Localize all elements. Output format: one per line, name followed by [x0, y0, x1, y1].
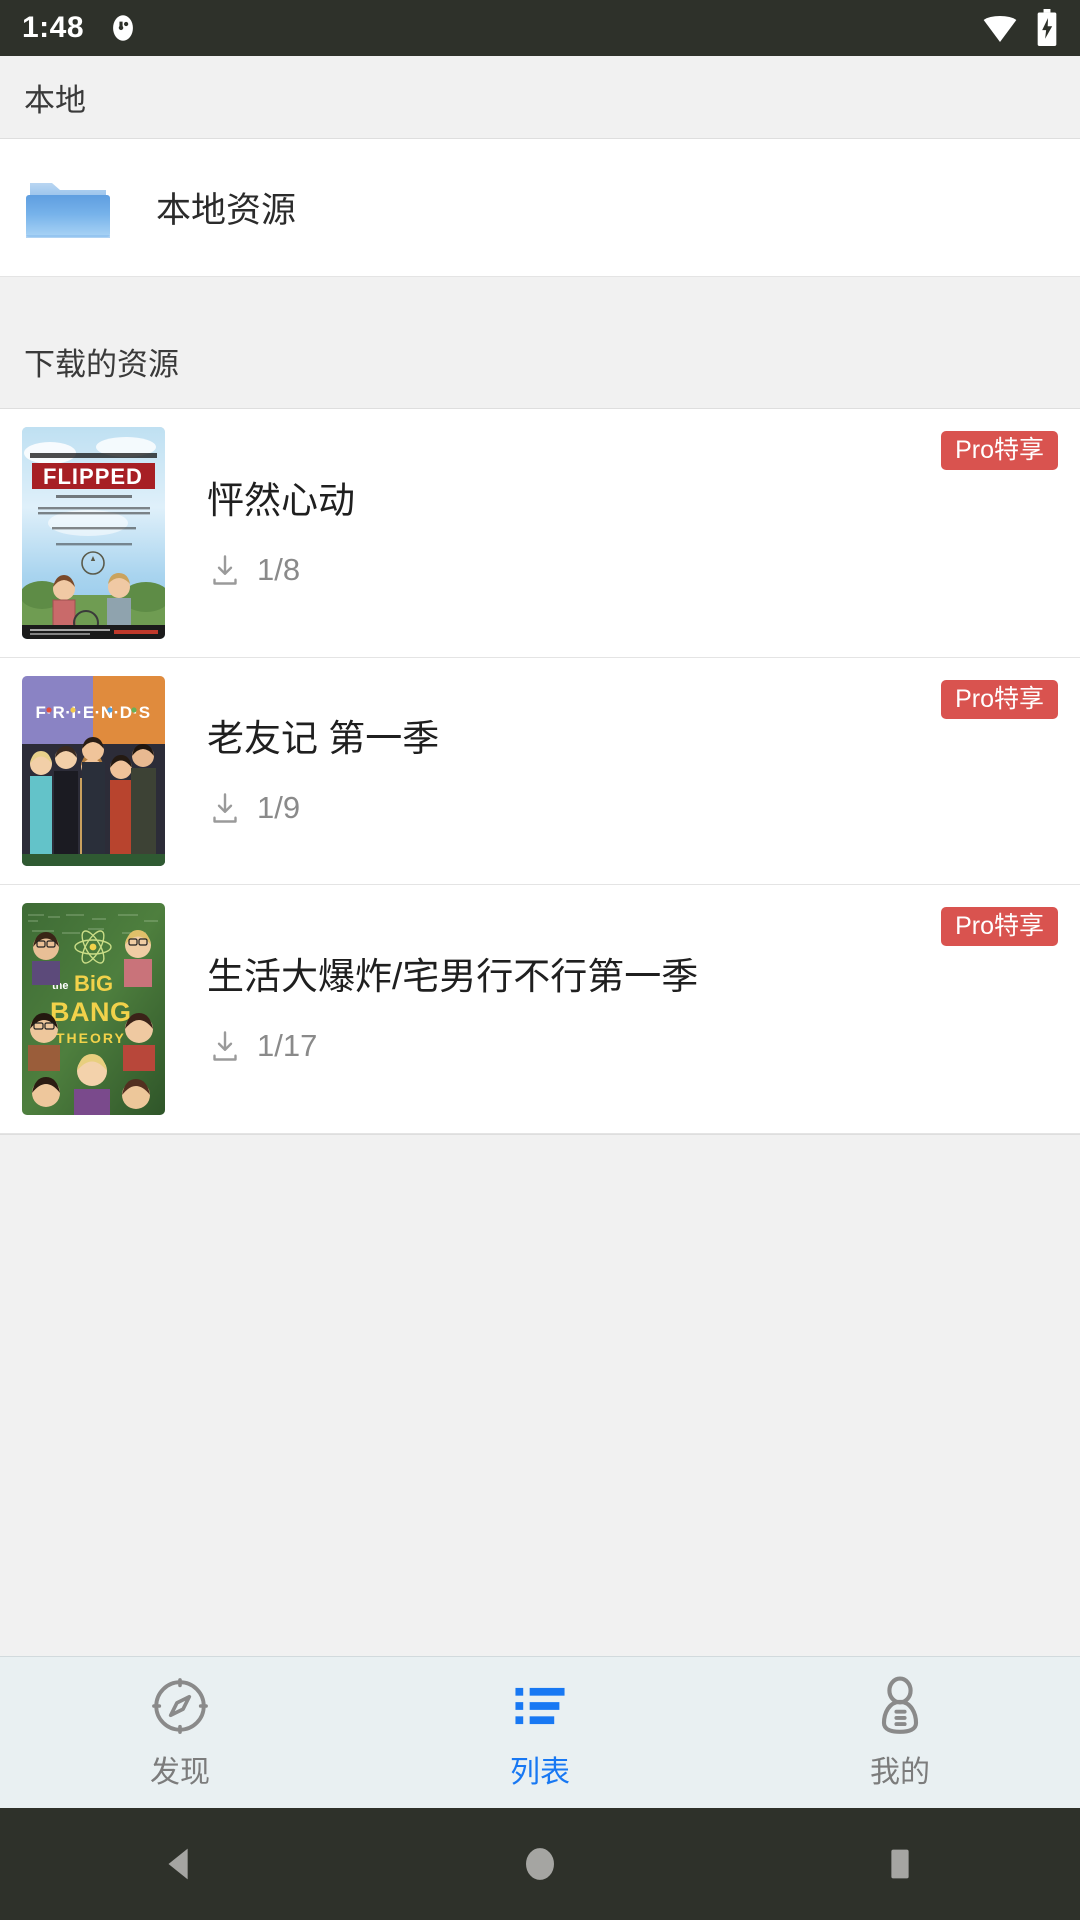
list-item-meta: 1/9 [207, 790, 1058, 826]
nav-tab-list-label: 列表 [510, 1755, 570, 1789]
home-circle-icon[interactable] [495, 1819, 585, 1909]
bottom-nav: 发现 列表 我的 [0, 1656, 1080, 1808]
wifi-icon [983, 16, 1017, 42]
list-item[interactable]: FLIPPED 怦然心动 1/8 Pro特享 [0, 409, 1080, 658]
list-item-count: 1/17 [257, 1028, 318, 1064]
local-folder-label: 本地资源 [156, 191, 297, 230]
download-icon [213, 793, 237, 823]
svg-text:BANG: BANG [50, 997, 132, 1027]
system-nav-bar [0, 1808, 1080, 1920]
list-item-title: 生活大爆炸/宅男行不行第一季 [207, 955, 699, 997]
svg-text:THEORY: THEORY [56, 1030, 126, 1046]
big-bang-theory-poster: the BiG BANG THEORY [22, 903, 165, 1115]
section-header-local-label: 本地 [24, 82, 86, 118]
list-item-body: 生活大爆炸/宅男行不行第一季 1/17 [165, 903, 1058, 1115]
back-triangle-icon[interactable] [135, 1819, 225, 1909]
status-badge[interactable]: Pro特享 [941, 907, 1058, 946]
list-item-body: 老友记 第一季 1/9 [165, 676, 1058, 866]
nav-tab-discover[interactable]: 发现 [0, 1657, 360, 1808]
nav-tab-profile[interactable]: 我的 [720, 1657, 1080, 1808]
svg-text:BiG: BiG [74, 971, 113, 996]
section-header-downloads: 下载的资源 [0, 277, 1080, 409]
nav-tab-profile-label: 我的 [870, 1755, 930, 1789]
recents-square-icon[interactable] [855, 1819, 945, 1909]
list-item-count: 1/8 [257, 552, 301, 588]
status-bar: 1:48 [0, 0, 1080, 56]
svg-text:F·R·I·E·N·D·S: F·R·I·E·N·D·S [35, 703, 150, 722]
battery-charging-icon [1037, 9, 1057, 46]
list-item-meta: 1/17 [207, 1028, 1058, 1064]
nav-tab-discover-label: 发现 [150, 1755, 210, 1789]
status-badge[interactable]: Pro特享 [941, 431, 1058, 470]
folder-icon [22, 173, 114, 243]
list-icon [509, 1675, 571, 1737]
nav-tab-list[interactable]: 列表 [360, 1657, 720, 1808]
section-header-downloads-label: 下载的资源 [24, 347, 179, 382]
download-icon [213, 1031, 237, 1061]
status-notification-icons [106, 11, 140, 45]
list-item-body: 怦然心动 1/8 [165, 427, 1058, 639]
list-item[interactable]: F·R·I·E·N·D·S 老友记 第一季 1/9 Pro特享 [0, 658, 1080, 885]
friends-poster: F·R·I·E·N·D·S [22, 676, 165, 866]
status-badge[interactable]: Pro特享 [941, 680, 1058, 719]
list-item-count: 1/9 [257, 790, 301, 826]
list-item[interactable]: the BiG BANG THEORY 生活大爆炸/宅男行不行第一季 1/17 … [0, 885, 1080, 1134]
empty-area [0, 1134, 1080, 1656]
status-clock: 1:48 [22, 11, 85, 44]
flipped-poster: FLIPPED [22, 427, 165, 639]
svg-text:FLIPPED: FLIPPED [43, 464, 143, 489]
list-item-meta: 1/8 [207, 552, 1058, 588]
section-header-local: 本地 [0, 56, 1080, 139]
compass-icon [149, 1675, 211, 1737]
app-root: 1:48 本地 本地资源 下载的资源 FLIPPED 怦然心动 1/8 Pro特… [0, 0, 1080, 1920]
list-item-title: 怦然心动 [207, 479, 355, 521]
list-item-title: 老友记 第一季 [207, 717, 440, 759]
downloads-list: FLIPPED 怦然心动 1/8 Pro特享 F·R·I·E·N·D·S 老友记… [0, 409, 1080, 1134]
download-icon [213, 555, 237, 585]
status-right-icons [980, 9, 1058, 47]
person-icon [869, 1675, 931, 1737]
local-folder-row[interactable]: 本地资源 [0, 139, 1080, 277]
app-notification-icon [113, 15, 133, 41]
